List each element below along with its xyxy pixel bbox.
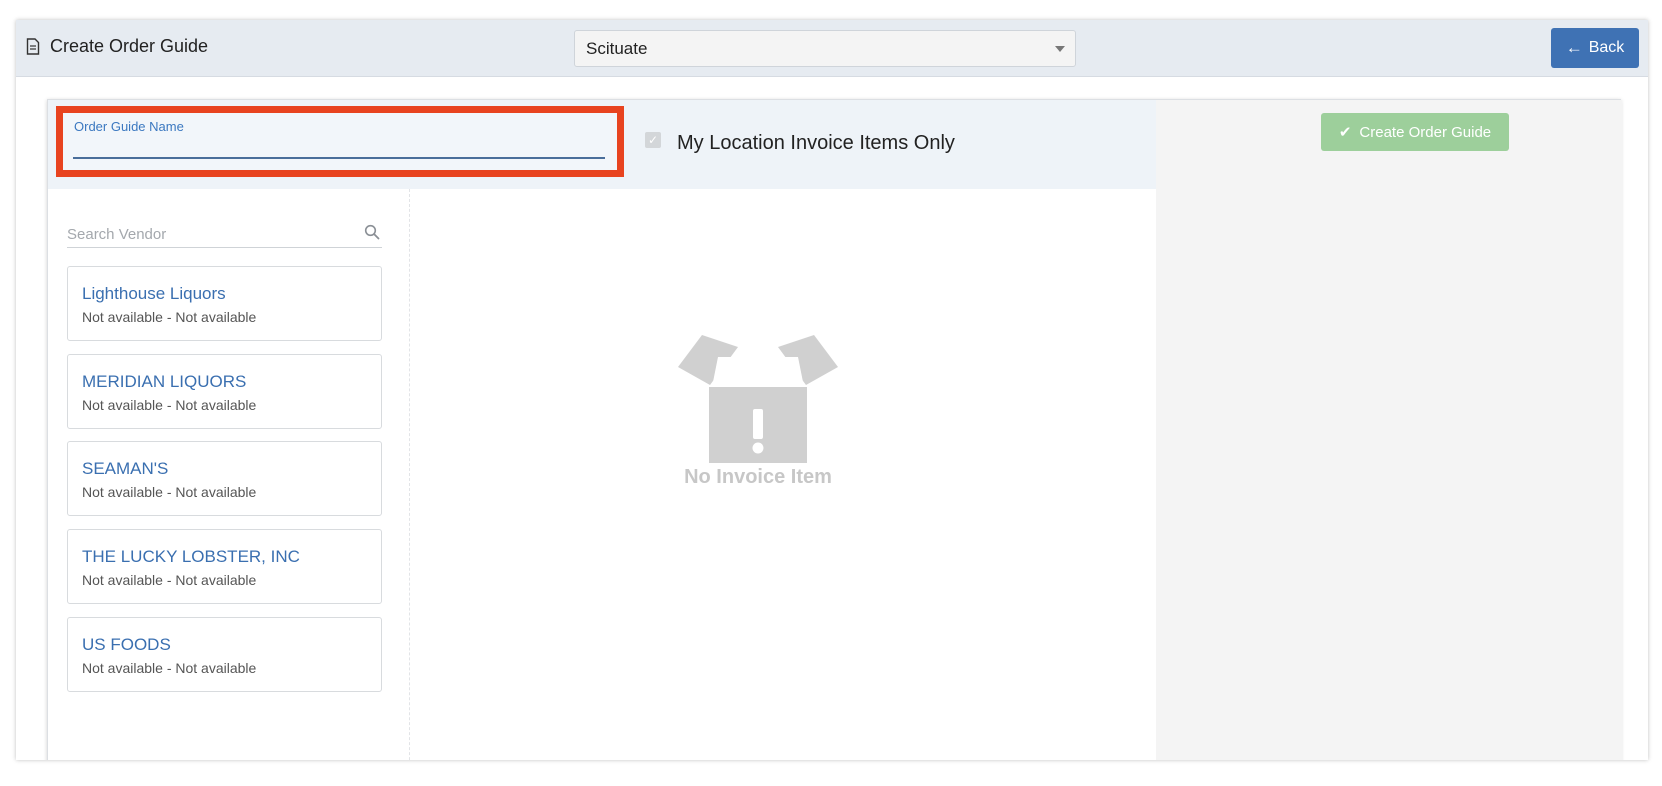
vendor-card[interactable]: Lighthouse Liquors Not available - Not a… xyxy=(67,266,382,341)
search-icon[interactable] xyxy=(364,224,380,240)
vendor-name: SEAMAN'S xyxy=(82,459,169,478)
vendor-name: US FOODS xyxy=(82,635,171,654)
order-guide-name-input[interactable] xyxy=(73,137,605,159)
empty-box-icon xyxy=(678,335,838,463)
order-guide-main: Order Guide Name ✓ My Location Invoice I… xyxy=(48,100,1156,760)
document-icon xyxy=(26,38,40,55)
order-guide-card: Order Guide Name ✓ My Location Invoice I… xyxy=(47,99,1622,760)
vendor-name: THE LUCKY LOBSTER, INC xyxy=(82,547,300,566)
vendor-detail: Not available - Not available xyxy=(82,572,257,588)
empty-state: No Invoice Item xyxy=(668,335,848,495)
vendor-card[interactable]: US FOODS Not available - Not available xyxy=(67,617,382,692)
order-guide-actions: ✔ Create Order Guide xyxy=(1156,100,1622,760)
vendor-search xyxy=(67,222,382,248)
vendor-name: Lighthouse Liquors xyxy=(82,284,226,303)
empty-state-message: No Invoice Item xyxy=(684,466,832,488)
order-guide-name-label: Order Guide Name xyxy=(74,119,184,134)
location-select[interactable]: Scituate xyxy=(574,30,1076,67)
vendor-card[interactable]: THE LUCKY LOBSTER, INC Not available - N… xyxy=(67,529,382,604)
location-select-value: Scituate xyxy=(586,38,648,58)
vendor-name: MERIDIAN LIQUORS xyxy=(82,372,247,391)
create-order-guide-button[interactable]: ✔ Create Order Guide xyxy=(1321,113,1509,151)
caret-down-icon xyxy=(1055,46,1065,52)
check-icon: ✔ xyxy=(1338,124,1352,141)
order-guide-name-field: Order Guide Name xyxy=(56,106,624,177)
page-title: Create Order Guide xyxy=(26,36,208,57)
vendor-search-input[interactable] xyxy=(67,222,347,246)
vendor-card[interactable]: SEAMAN'S Not available - Not available xyxy=(67,441,382,516)
arrow-left-icon: ← xyxy=(1565,38,1583,57)
vendor-detail: Not available - Not available xyxy=(82,309,257,325)
page-title-text: Create Order Guide xyxy=(50,36,209,56)
vendor-detail: Not available - Not available xyxy=(82,397,257,413)
vendor-detail: Not available - Not available xyxy=(82,484,257,500)
back-button[interactable]: ← Back xyxy=(1551,28,1639,68)
create-order-guide-label: Create Order Guide xyxy=(1359,123,1492,141)
vendor-card[interactable]: MERIDIAN LIQUORS Not available - Not ava… xyxy=(67,354,382,429)
app-window: Create Order Guide Scituate ← Back Order… xyxy=(16,20,1648,760)
vendor-panel: Lighthouse Liquors Not available - Not a… xyxy=(48,189,410,760)
order-guide-form: Order Guide Name ✓ My Location Invoice I… xyxy=(48,100,1156,189)
vendor-detail: Not available - Not available xyxy=(82,660,257,676)
top-bar: Create Order Guide Scituate ← Back xyxy=(16,20,1648,77)
location-only-label: My Location Invoice Items Only xyxy=(677,132,955,154)
back-button-label: Back xyxy=(1588,39,1625,56)
location-only-checkbox[interactable]: ✓ xyxy=(645,132,661,148)
check-icon: ✓ xyxy=(647,133,659,147)
